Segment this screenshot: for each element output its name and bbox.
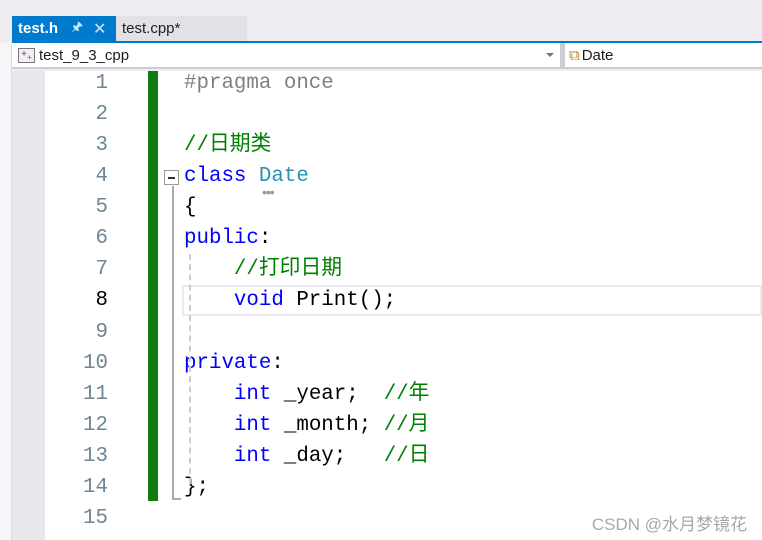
code-line[interactable]: 8 void Print();	[0, 285, 762, 317]
member-dropdown[interactable]: ⧉ Date	[565, 43, 613, 67]
code-line[interactable]: 11 int _year; //年	[0, 379, 762, 410]
token-kw: int	[233, 444, 272, 468]
token-tx: :	[271, 351, 284, 375]
project-name: test_9_3_cpp	[39, 46, 130, 64]
project-icon: ++	[18, 47, 35, 63]
token-cm: //年	[383, 382, 430, 406]
line-code: private:	[184, 348, 284, 379]
code-line[interactable]: 1 #pragma once	[0, 68, 762, 99]
member-name: Date	[581, 46, 614, 64]
quick-actions-dots[interactable]: •••	[262, 184, 275, 200]
line-number: 1	[95, 72, 108, 95]
line-code: void Print();	[184, 285, 396, 316]
line-number: 3	[95, 134, 108, 158]
code-line[interactable]: 13 int _day; //日	[0, 441, 762, 472]
code-line[interactable]: 3 //日期类	[0, 130, 762, 161]
chevron-down-icon[interactable]	[546, 53, 554, 57]
tab-test-h[interactable]: test.h 🖈︎ ✕	[12, 16, 116, 41]
line-number: 14	[83, 475, 108, 499]
pin-icon[interactable]: 🖈︎	[71, 18, 83, 40]
line-code: int _year; //年	[184, 379, 430, 410]
token-tx: {	[184, 196, 197, 220]
token-tx: Print();	[283, 289, 397, 313]
line-code: {	[184, 192, 196, 223]
token-cm: //月	[383, 413, 430, 437]
line-code: //日期类	[184, 130, 271, 161]
code-line[interactable]: 10 private:	[0, 348, 762, 379]
code-line[interactable]: 5{	[0, 192, 762, 223]
line-code: class Date	[184, 161, 309, 192]
token-kw: int	[233, 413, 272, 437]
line-code: //打印日期	[184, 254, 342, 285]
token-tx: };	[184, 475, 209, 499]
token-kw: public	[184, 227, 259, 251]
code-line[interactable]: 2	[0, 99, 762, 130]
line-number: 9	[95, 320, 108, 344]
line-number: 2	[95, 103, 108, 127]
line-code: #pragma once	[184, 68, 334, 99]
code-line[interactable]: 7 //打印日期	[0, 254, 762, 285]
tab-label: test.h	[18, 20, 59, 37]
project-dropdown[interactable]: ++ test_9_3_cpp	[12, 43, 560, 67]
token-tx	[184, 289, 234, 312]
navigation-bar: ++ test_9_3_cpp ⧉ Date	[12, 43, 762, 69]
line-number: 13	[83, 444, 108, 468]
indent-guide	[189, 254, 191, 484]
line-number: 15	[83, 506, 108, 530]
line-number: 4	[95, 165, 108, 189]
token-kw: int	[233, 382, 272, 406]
token-tx: _year;	[271, 382, 384, 406]
token-tx	[184, 414, 234, 437]
line-code: int _day; //日	[184, 441, 430, 472]
token-cm: //日期类	[184, 134, 272, 158]
line-number: 8	[95, 289, 108, 313]
watermark: CSDN @水月梦镜花	[591, 515, 747, 534]
line-code: int _month; //月	[184, 410, 430, 441]
code-line[interactable]: 14};	[0, 472, 762, 503]
line-code: };	[184, 472, 209, 503]
token-tx	[184, 445, 234, 468]
token-tx	[246, 165, 258, 188]
token-kw: void	[233, 289, 284, 313]
token-pp: #pragma once	[184, 72, 334, 95]
line-code: public:	[184, 223, 271, 254]
code-line[interactable]: 9	[0, 317, 762, 348]
token-kw: class	[184, 165, 247, 189]
line-number: 6	[95, 227, 108, 251]
class-icon: ⧉	[569, 46, 580, 64]
code-line[interactable]: 12 int _month; //月	[0, 410, 762, 441]
tab-bar: test.h 🖈︎ ✕ test.cpp*	[12, 16, 247, 41]
token-tx: _day;	[271, 444, 384, 468]
line-number: 12	[83, 413, 108, 437]
code-line[interactable]: 4 class Date	[0, 161, 762, 192]
tab-test-cpp[interactable]: test.cpp*	[116, 16, 247, 41]
line-number: 5	[95, 196, 108, 220]
token-cm: //日	[383, 444, 430, 468]
code-line[interactable]: 6 public:	[0, 223, 762, 254]
token-tx: _month;	[271, 413, 384, 437]
token-cm: //打印日期	[233, 258, 343, 282]
tab-label: test.cpp*	[122, 20, 181, 37]
token-tx: :	[258, 227, 272, 251]
token-kw: private	[184, 351, 272, 375]
collapse-icon[interactable]	[164, 170, 179, 185]
fold-guide	[172, 186, 181, 500]
token-tx	[184, 383, 234, 406]
token-tx	[184, 258, 234, 281]
line-number: 11	[83, 382, 108, 406]
line-number: 7	[95, 258, 108, 282]
line-number: 10	[83, 351, 108, 375]
close-icon[interactable]: ✕	[93, 19, 106, 39]
